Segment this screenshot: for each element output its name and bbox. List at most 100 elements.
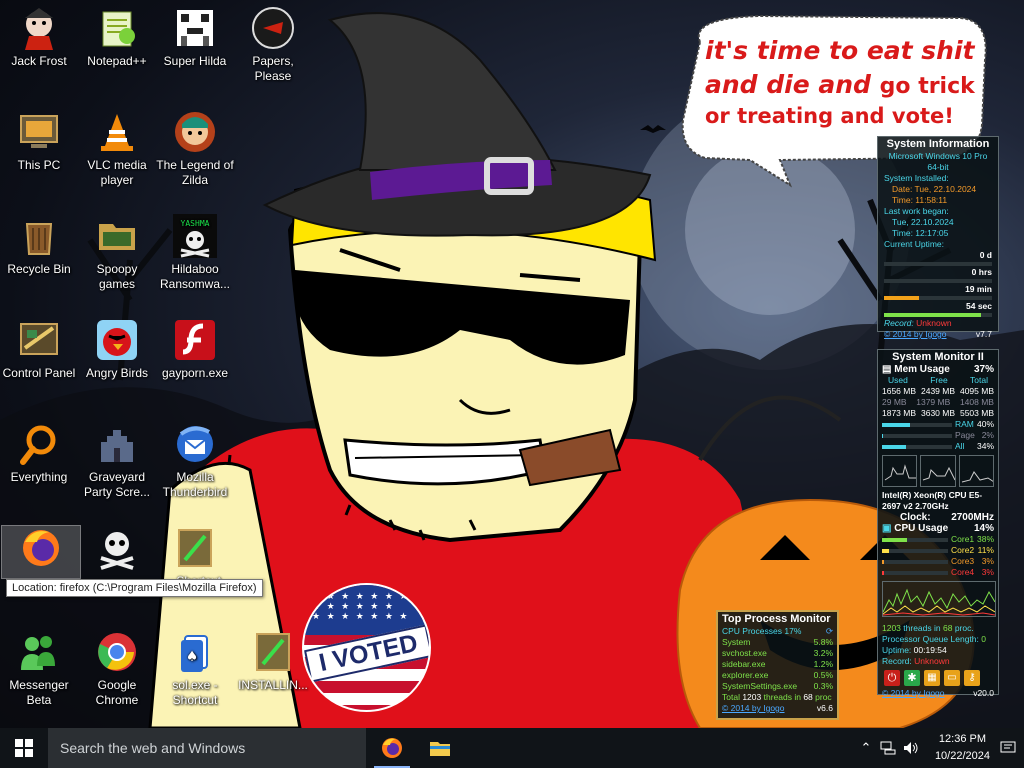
desktop-icon-jack-frost[interactable]: Jack Frost [0, 6, 78, 69]
desktop-icon-label: The Legend of Zilda [156, 158, 234, 187]
taskbar: Search the web and Windows ⌃ 12:36 PM 10… [0, 728, 1024, 768]
network-icon[interactable] [880, 740, 896, 756]
key-icon[interactable]: ⚷ [964, 670, 980, 686]
desktop-icon-angry-birds[interactable]: Angry Birds [78, 318, 156, 381]
badge-stars: ★ ★ ★ ★ ★ ★ ★ ★ ★ ★ ★ ★ ★ ★ ★ ★ ★ ★ ★ ★ [312, 591, 410, 621]
sysmon-footer-link[interactable]: © 2014 by Igogo [882, 688, 945, 699]
proc-pct: 5.8% [813, 637, 833, 647]
proc-pct: 0.3% [813, 681, 833, 691]
desktop-icon-gayporn-exe[interactable]: gayporn.exe [156, 318, 234, 381]
core1-pct: 38% [976, 534, 994, 544]
taskbar-clock[interactable]: 12:36 PM 10/22/2024 [935, 731, 990, 765]
desktop-icon-notepadpp[interactable]: Notepad++ [78, 6, 156, 69]
sysinfo-footer-link[interactable]: © 2014 by Igogo [884, 329, 947, 340]
recycle-bin-icon [17, 214, 61, 258]
folder-open-icon[interactable]: ▭ [944, 670, 960, 686]
desktop-icon-thunderbird[interactable]: Mozilla Thunderbird [156, 422, 234, 500]
system-information-gadget[interactable]: System Information Microsoft Windows 10 … [877, 136, 999, 339]
desktop-icon-installing[interactable]: INSTALLIN... [234, 630, 312, 693]
show-hidden-icons-chevron-up-icon[interactable]: ⌃ [858, 740, 874, 756]
angry-birds-icon [95, 318, 139, 362]
sysmon-uptime-label: Uptime: [882, 645, 914, 655]
speech-line-1: it's time to eat shit [705, 36, 975, 65]
start-button[interactable] [0, 728, 48, 768]
topproc-total-a: Total [722, 692, 743, 702]
desktop-icon-messenger-beta[interactable]: Messenger Beta [0, 630, 78, 708]
cpu-chip-icon: ▣ [882, 523, 892, 534]
taskbar-search-box[interactable]: Search the web and Windows [48, 728, 366, 768]
desktop-icon-papers-please[interactable]: Papers, Please [234, 6, 312, 84]
desktop-icon-label: Papers, Please [252, 54, 294, 83]
topproc-total-d: 68 [803, 692, 813, 702]
messenger-icon [17, 630, 61, 674]
speech-line-3: or treating and vote! [705, 103, 954, 128]
topproc-footer-link[interactable]: © 2014 by Igogo [722, 703, 785, 714]
uptime-days-bar [884, 262, 992, 266]
desktop-icon-skull[interactable] [78, 526, 156, 574]
sysmon-version: v20.0 [973, 688, 994, 698]
top-process-monitor-gadget[interactable]: Top Process Monitor CPU Processes 17% ⟳ S… [716, 610, 839, 720]
firefox-icon [19, 526, 63, 570]
proc-pct: 3.2% [813, 648, 833, 658]
refresh-icon[interactable]: ⟳ [826, 626, 833, 637]
all-pct: 34% [976, 441, 994, 451]
desktop-icon-spoopy-games[interactable]: Spoopy games [78, 214, 156, 292]
mem-cell: 3630 MB [920, 408, 956, 418]
sysmon-cpu-name: Intel(R) Xeon(R) CPU E5-2697 v2 2.70GHz [882, 490, 983, 511]
topproc-version: v6.6 [816, 703, 833, 713]
i-voted-badge: ★ ★ ★ ★ ★ ★ ★ ★ ★ ★ ★ ★ ★ ★ ★ ★ ★ ★ ★ ★ I … [302, 583, 431, 712]
uptime-hours-bar [884, 279, 992, 283]
desktop-icon-label: Recycle Bin [7, 262, 71, 276]
desktop-icon-control-panel[interactable]: Control Panel [0, 318, 78, 381]
mem-cell: 5503 MB [959, 408, 994, 418]
sysmon-clock-label: Clock: [900, 512, 931, 523]
desktop-icon-everything[interactable]: Everything [0, 422, 78, 485]
speech-line-2b: go trick [879, 73, 975, 99]
desktop-icon-super-hilda[interactable]: Super Hilda [156, 6, 234, 69]
topproc-total-c: threads in [761, 692, 804, 702]
topproc-title: Top Process Monitor [722, 613, 831, 625]
task-manager-icon[interactable]: ▦ [924, 670, 940, 686]
sysmon-threads-mid: threads in [900, 623, 943, 633]
action-center-notification-icon[interactable] [1000, 740, 1016, 756]
folder-icon [95, 214, 139, 258]
taskbar-firefox[interactable] [368, 728, 416, 768]
desktop-icon-sol-exe[interactable]: ♠ sol.exe - Shortcut [156, 630, 234, 708]
sysmon-uptime-value: 00:19:54 [913, 645, 947, 655]
flash-player-icon [173, 318, 217, 362]
desktop-icon-legend-of-zilda[interactable]: The Legend of Zilda [156, 110, 234, 188]
desktop-icon-this-pc[interactable]: This PC [0, 110, 78, 173]
clock-time: 12:36 PM [938, 733, 987, 745]
sysinfo-last-work-date: Tue, 22.10.2024 [892, 217, 954, 227]
volume-speaker-icon[interactable] [903, 740, 919, 756]
desktop-icon-label: Angry Birds [85, 366, 149, 380]
taskbar-file-explorer[interactable] [416, 728, 464, 768]
system-monitor-gadget[interactable]: System Monitor II ▤ Mem Usage 37% Used Fre… [877, 349, 999, 698]
clock-date: 10/22/2024 [934, 750, 990, 762]
proc-name: System [722, 637, 751, 647]
sysinfo-version: v7.7 [975, 329, 992, 339]
topproc-total-b: 1203 [742, 692, 762, 702]
sysinfo-installed-label: System Installed: [884, 173, 949, 183]
settings-gear-icon[interactable]: ✱ [904, 670, 920, 686]
desktop-icon-hildaboo-ransomware[interactable]: YASHMA Hildaboo Ransomwa... [156, 214, 234, 292]
mem-cell: 1873 MB [882, 408, 917, 418]
sysinfo-record-label: Record: [884, 318, 914, 328]
desktop-icon-recycle-bin[interactable]: Recycle Bin [0, 214, 78, 277]
desktop-icon-vlc[interactable]: VLC media player [78, 110, 156, 188]
desktop-icon-graveyard-party[interactable]: Graveyard Party Scre... [78, 422, 156, 500]
proc-name: sidebar.exe [722, 659, 766, 669]
sysinfo-installed-date: Date: Tue, 22.10.2024 [892, 184, 977, 194]
graveyard-castle-icon [95, 422, 139, 466]
proc-pct: 1.2% [813, 659, 833, 669]
uptime-days: 0 d [979, 250, 992, 260]
uptime-minutes-bar [884, 296, 992, 300]
core1-label: Core1 [951, 534, 975, 544]
thunderbird-icon [173, 422, 217, 466]
proc-name: explorer.exe [722, 670, 769, 680]
power-icon[interactable]: ⏻ [884, 670, 900, 686]
sysmon-queue-label: Processor Queue Length: [882, 634, 982, 644]
desktop-icon-google-chrome[interactable]: Google Chrome [78, 630, 156, 708]
super-hilda-icon [173, 6, 217, 50]
desktop-icon-firefox[interactable] [1, 525, 81, 579]
